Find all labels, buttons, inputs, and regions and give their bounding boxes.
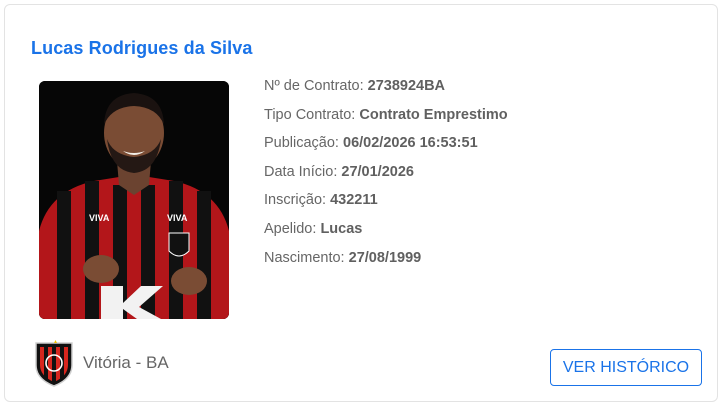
detail-label: Nº de Contrato: (264, 78, 364, 94)
view-history-button[interactable]: VER HISTÓRICO (550, 349, 702, 386)
detail-label: Data Início: (264, 163, 338, 180)
detail-nickname: Apelido: Lucas (264, 220, 508, 249)
detail-start-date: Data Início: 27/01/2026 (264, 163, 508, 192)
player-photo-illustration: VIVA VIVA (39, 81, 229, 319)
detail-value: 27/01/2026 (341, 163, 414, 180)
detail-value: 432211 (330, 192, 378, 209)
detail-value: 06/02/2026 16:53:51 (343, 135, 478, 152)
detail-contract-number: Nº de Contrato: 2738924BA (264, 77, 508, 106)
player-name: Lucas Rodrigues da Silva (31, 38, 253, 58)
detail-value: Lucas (320, 220, 363, 237)
vitoria-crest-icon (35, 340, 73, 387)
svg-text:VIVA: VIVA (89, 213, 110, 223)
detail-publication: Publicação: 06/02/2026 16:53:51 (264, 134, 508, 163)
detail-birth-date: Nascimento: 27/08/1999 (264, 249, 508, 278)
detail-contract-type: Tipo Contrato: Contrato Emprestimo (264, 106, 508, 135)
club-name: Vitória - BA (83, 353, 169, 372)
player-card: Lucas Rodrigues da Silva VIVA VIVA Nº de… (4, 4, 718, 402)
detail-registration: Inscrição: 432211 (264, 191, 508, 220)
detail-label: Tipo Contrato: (264, 106, 356, 123)
detail-label: Inscrição: (264, 192, 327, 209)
contract-details: Nº de Contrato: 2738924BA Tipo Contrato:… (264, 77, 508, 277)
detail-value: 2738924BA (367, 78, 446, 94)
svg-text:VIVA: VIVA (167, 213, 188, 223)
detail-label: Publicação: (264, 135, 339, 152)
club-info: Vitória - BA (33, 339, 169, 387)
detail-value: Contrato Emprestimo (359, 106, 508, 123)
detail-value: 27/08/1999 (348, 249, 422, 266)
player-photo: VIVA VIVA (39, 81, 229, 319)
detail-label: Nascimento: (264, 249, 345, 266)
detail-label: Apelido: (264, 220, 317, 237)
